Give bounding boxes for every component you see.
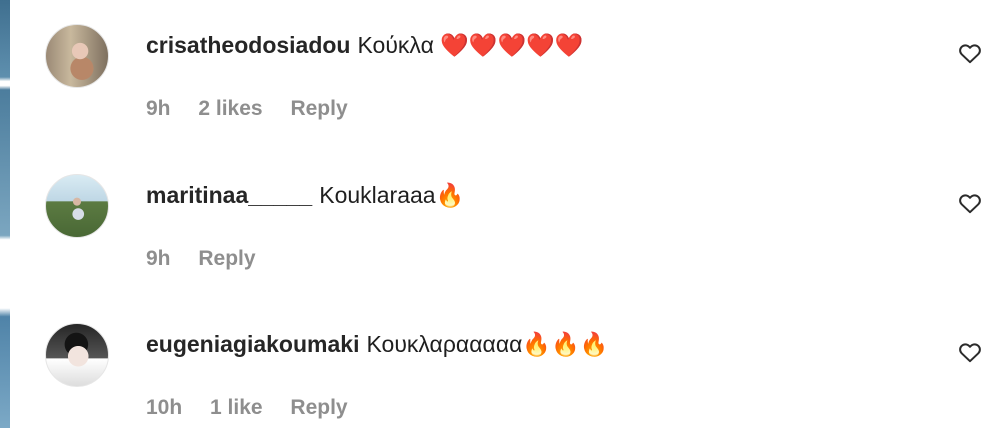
comment-item: maritinaa_____ Kouklaraaa🔥 9h Reply <box>0 150 1000 290</box>
comment-likes[interactable]: 1 like <box>210 395 263 421</box>
comment-item: eugeniagiakoumaki Κουκλαρααααα🔥🔥🔥 10h 1 l… <box>0 299 1000 439</box>
reply-button[interactable]: Reply <box>290 395 347 421</box>
comment-username[interactable]: maritinaa_____ <box>146 182 312 208</box>
heart-outline-icon[interactable] <box>958 192 982 214</box>
avatar[interactable] <box>45 24 109 88</box>
heart-outline-icon[interactable] <box>958 42 982 64</box>
comment-line: maritinaa_____ Kouklaraaa🔥 <box>146 180 464 210</box>
comment-line: crisatheodosiadou Κούκλα ❤️❤️❤️❤️❤️ <box>146 30 583 60</box>
reply-button[interactable]: Reply <box>290 96 347 122</box>
comment-text: Κούκλα ❤️❤️❤️❤️❤️ <box>357 32 584 58</box>
comment-line: eugeniagiakoumaki Κουκλαρααααα🔥🔥🔥 <box>146 329 608 359</box>
heart-outline-icon[interactable] <box>958 341 982 363</box>
comment-username[interactable]: eugeniagiakoumaki <box>146 331 359 357</box>
comment-time[interactable]: 9h <box>146 96 171 122</box>
avatar[interactable] <box>45 174 109 238</box>
reply-button[interactable]: Reply <box>198 246 255 272</box>
comment-likes[interactable]: 2 likes <box>198 96 262 122</box>
comment-time[interactable]: 9h <box>146 246 171 272</box>
comment-text: Κουκλαρααααα🔥🔥🔥 <box>366 331 609 357</box>
comment-text: Kouklaraaa🔥 <box>319 182 465 208</box>
comment-item: crisatheodosiadou Κούκλα ❤️❤️❤️❤️❤️ 9h 2 … <box>0 0 1000 140</box>
comment-meta: 10h 1 like Reply <box>146 395 370 421</box>
avatar[interactable] <box>45 323 109 387</box>
comment-meta: 9h Reply <box>146 246 278 272</box>
comment-meta: 9h 2 likes Reply <box>146 96 370 122</box>
comment-time[interactable]: 10h <box>146 395 182 421</box>
comment-username[interactable]: crisatheodosiadou <box>146 32 350 58</box>
